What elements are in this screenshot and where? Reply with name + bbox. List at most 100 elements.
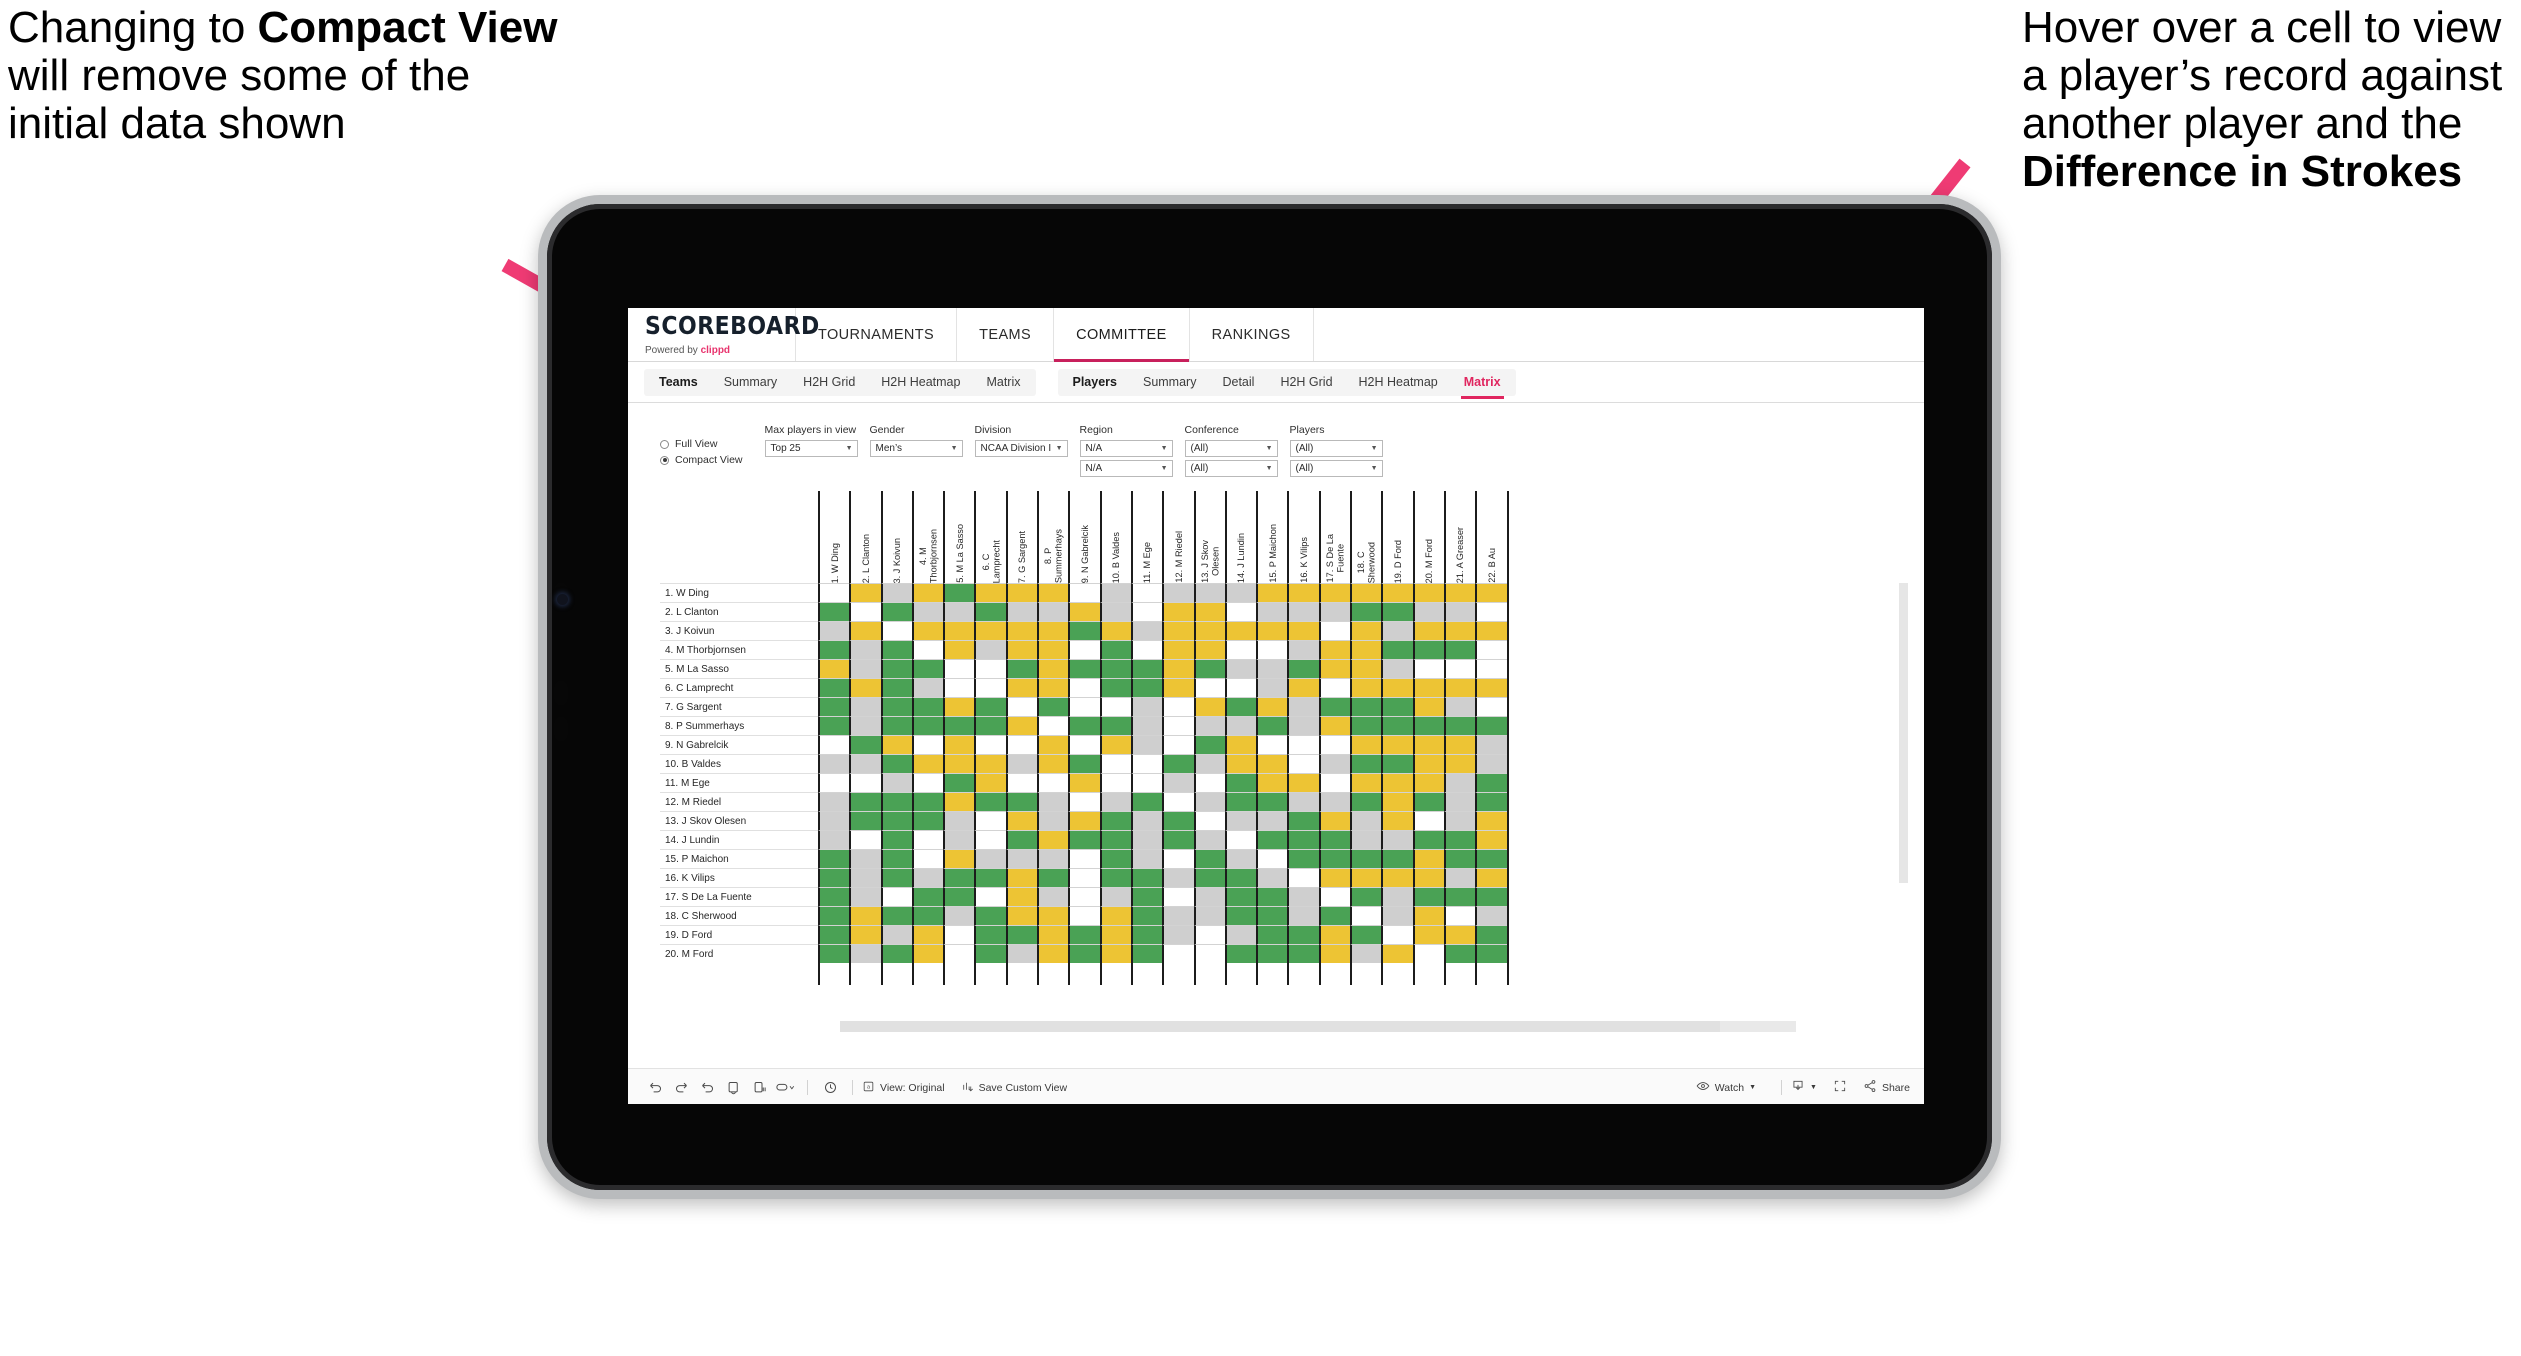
matrix-cell[interactable] [1037, 754, 1069, 773]
matrix-cell[interactable] [1412, 887, 1444, 906]
matrix-cell[interactable] [1287, 830, 1319, 849]
matrix-cell[interactable] [1068, 602, 1100, 621]
matrix-cell[interactable] [1256, 811, 1288, 830]
fullscreen-button[interactable] [1833, 1079, 1847, 1096]
matrix-cell[interactable] [1412, 678, 1444, 697]
matrix-cell[interactable] [1037, 640, 1069, 659]
matrix-cell[interactable] [1005, 659, 1038, 678]
matrix-cell[interactable] [1193, 868, 1225, 887]
matrix-cell[interactable] [1256, 621, 1288, 640]
matrix-cell[interactable] [1381, 716, 1413, 735]
matrix-cell[interactable] [818, 868, 850, 887]
matrix-cell[interactable] [880, 925, 912, 944]
matrix-cell[interactable] [818, 773, 850, 792]
matrix-cell[interactable] [1130, 697, 1163, 716]
matrix-cell[interactable] [1318, 868, 1351, 887]
matrix-cell[interactable] [974, 735, 1006, 754]
matrix-cell[interactable] [818, 906, 850, 925]
matrix-cell[interactable] [911, 849, 944, 868]
matrix-cell[interactable] [1099, 830, 1131, 849]
matrix-cell[interactable] [1350, 640, 1382, 659]
matrix-cell[interactable] [1068, 716, 1100, 735]
matrix-cell[interactable] [1193, 849, 1225, 868]
matrix-cell[interactable] [1412, 659, 1444, 678]
matrix-cell[interactable] [974, 830, 1006, 849]
matrix-cell[interactable] [1318, 830, 1351, 849]
matrix-cell[interactable] [974, 849, 1006, 868]
matrix-cell[interactable] [1162, 659, 1194, 678]
matrix-cell[interactable] [849, 830, 881, 849]
matrix-cell[interactable] [974, 697, 1006, 716]
filter-region-select-1[interactable]: N/A ▼ [1079, 440, 1173, 457]
matrix-cell[interactable] [1162, 735, 1194, 754]
matrix-cell[interactable] [1224, 849, 1257, 868]
matrix-cell[interactable] [1068, 678, 1100, 697]
matrix-cell[interactable] [1381, 735, 1413, 754]
matrix-cell[interactable] [1193, 944, 1225, 963]
matrix-cell[interactable] [1381, 792, 1413, 811]
matrix-cell[interactable] [1037, 906, 1069, 925]
matrix-cell[interactable] [1287, 678, 1319, 697]
matrix-cell[interactable] [1287, 773, 1319, 792]
matrix-cell[interactable] [1350, 773, 1382, 792]
matrix-cell[interactable] [1037, 887, 1069, 906]
matrix-cell[interactable] [1037, 944, 1069, 963]
matrix-cell[interactable] [911, 944, 944, 963]
matrix-cell[interactable] [1381, 621, 1413, 640]
matrix-cell[interactable] [1475, 583, 1507, 602]
matrix-cell[interactable] [1068, 792, 1100, 811]
matrix-cell[interactable] [1287, 849, 1319, 868]
matrix-cell[interactable] [943, 811, 975, 830]
matrix-cell[interactable] [1381, 811, 1413, 830]
matrix-cell[interactable] [1162, 583, 1194, 602]
matrix-cell[interactable] [943, 887, 975, 906]
matrix-cell[interactable] [1412, 868, 1444, 887]
filter-division-select[interactable]: NCAA Division I ▼ [974, 440, 1068, 457]
matrix-cell[interactable] [818, 640, 850, 659]
matrix-cell[interactable] [943, 830, 975, 849]
matrix-cell[interactable] [1037, 716, 1069, 735]
matrix-cell[interactable] [849, 735, 881, 754]
matrix-cell[interactable] [1224, 906, 1257, 925]
matrix-cell[interactable] [1318, 906, 1351, 925]
matrix-cell[interactable] [1318, 716, 1351, 735]
matrix-cell[interactable] [1287, 602, 1319, 621]
matrix-cell[interactable] [1287, 583, 1319, 602]
matrix-cell[interactable] [1130, 754, 1163, 773]
topnav-item-rankings[interactable]: RANKINGS [1190, 308, 1314, 361]
matrix-cell[interactable] [911, 830, 944, 849]
matrix-cell[interactable] [1005, 697, 1038, 716]
matrix-cell[interactable] [1475, 792, 1507, 811]
matrix-cell[interactable] [911, 868, 944, 887]
matrix-cell[interactable] [911, 754, 944, 773]
matrix-cell[interactable] [1099, 792, 1131, 811]
matrix-cell[interactable] [1193, 659, 1225, 678]
matrix-cell[interactable] [1287, 659, 1319, 678]
matrix-cell[interactable] [1475, 830, 1507, 849]
matrix-cell[interactable] [911, 906, 944, 925]
matrix-cell[interactable] [1350, 659, 1382, 678]
matrix-cell[interactable] [1224, 944, 1257, 963]
matrix-cell[interactable] [911, 792, 944, 811]
matrix-cell[interactable] [880, 640, 912, 659]
matrix-cell[interactable] [1256, 659, 1288, 678]
matrix-cell[interactable] [880, 887, 912, 906]
matrix-cell[interactable] [849, 906, 881, 925]
matrix-cell[interactable] [1381, 754, 1413, 773]
matrix-cell[interactable] [1350, 906, 1382, 925]
matrix-cell[interactable] [1005, 944, 1038, 963]
matrix-cell[interactable] [1443, 925, 1476, 944]
matrix-cell[interactable] [849, 583, 881, 602]
matrix-cell[interactable] [1381, 887, 1413, 906]
filter-conference-select-1[interactable]: (All) ▼ [1184, 440, 1278, 457]
matrix-cell[interactable] [1005, 792, 1038, 811]
matrix-cell[interactable] [1443, 944, 1476, 963]
matrix-cell[interactable] [1162, 773, 1194, 792]
matrix-cell[interactable] [1162, 754, 1194, 773]
matrix-cell[interactable] [943, 868, 975, 887]
matrix-cell[interactable] [1318, 583, 1351, 602]
matrix-cell[interactable] [1193, 811, 1225, 830]
matrix-cell[interactable] [911, 659, 944, 678]
matrix-cell[interactable] [1256, 906, 1288, 925]
matrix-cell[interactable] [1475, 621, 1507, 640]
